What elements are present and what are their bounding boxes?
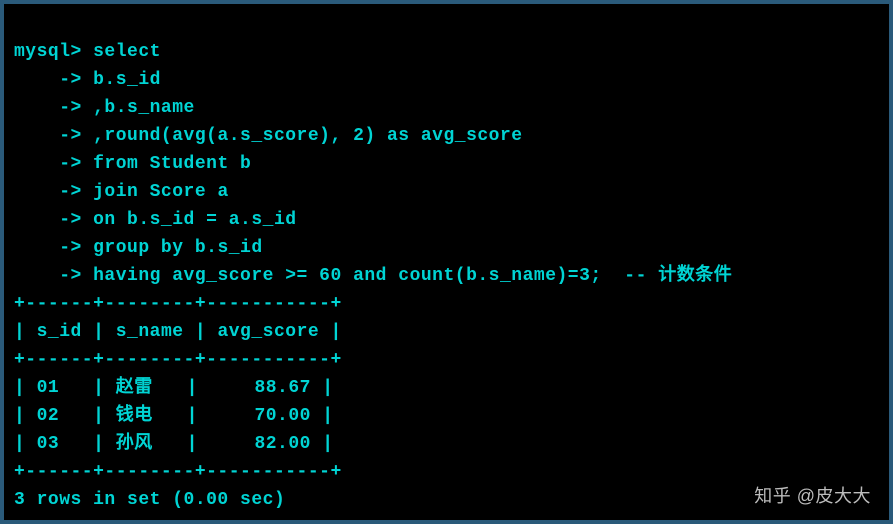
continuation-prompt: -> — [14, 210, 82, 230]
table-cell: 82.00 — [254, 434, 311, 454]
query-line: having avg_score >= 60 and count(b.s_nam… — [93, 266, 732, 286]
terminal-output: mysql> select -> b.s_id -> ,b.s_name -> … — [14, 10, 879, 514]
table-cell: 01 — [37, 378, 60, 398]
continuation-prompt: -> — [14, 126, 82, 146]
continuation-prompt: -> — [14, 182, 82, 202]
table-cell: 钱电 — [116, 406, 153, 426]
query-line: group by b.s_id — [93, 238, 263, 258]
table-cell: 赵雷 — [116, 378, 153, 398]
table-header: s_name — [116, 322, 184, 342]
table-border: +------+--------+-----------+ — [14, 350, 342, 370]
table-cell: 03 — [37, 434, 60, 454]
prompt: mysql> — [14, 42, 82, 62]
table-header: avg_score — [217, 322, 319, 342]
query-line: from Student b — [93, 154, 251, 174]
table-cell: 70.00 — [254, 406, 311, 426]
continuation-prompt: -> — [14, 154, 82, 174]
continuation-prompt: -> — [14, 70, 82, 90]
query-line: select — [93, 42, 161, 62]
table-border: +------+--------+-----------+ — [14, 294, 342, 314]
table-cell: 孙风 — [116, 434, 153, 454]
result-footer: 3 rows in set (0.00 sec) — [14, 490, 285, 510]
watermark: 知乎 @皮大大 — [754, 482, 871, 508]
query-line: on b.s_id = a.s_id — [93, 210, 296, 230]
table-border: +------+--------+-----------+ — [14, 462, 342, 482]
continuation-prompt: -> — [14, 266, 82, 286]
table-cell: 02 — [37, 406, 60, 426]
query-line: b.s_id — [93, 70, 161, 90]
table-header: s_id — [37, 322, 82, 342]
query-line: join Score a — [93, 182, 229, 202]
query-line: ,b.s_name — [93, 98, 195, 118]
query-line: ,round(avg(a.s_score), 2) as avg_score — [93, 126, 522, 146]
table-cell: 88.67 — [254, 378, 311, 398]
continuation-prompt: -> — [14, 238, 82, 258]
continuation-prompt: -> — [14, 98, 82, 118]
